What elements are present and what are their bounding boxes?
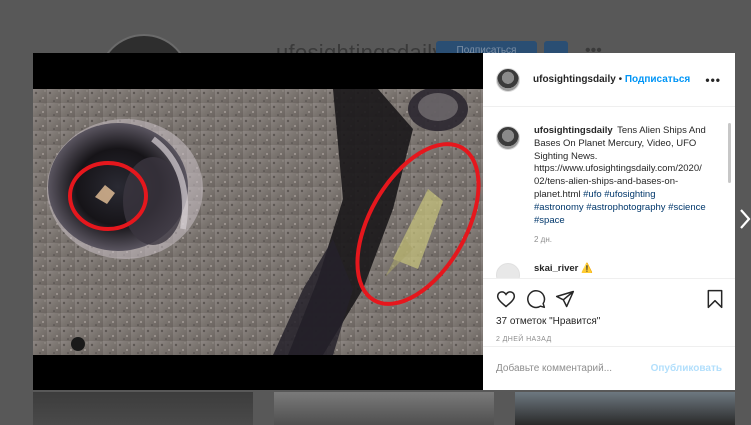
add-comment-form: Опубликовать bbox=[483, 346, 735, 390]
post-username[interactable]: ufosightingsdaily bbox=[533, 74, 616, 85]
avatar[interactable] bbox=[496, 67, 520, 92]
hashtag-link[interactable]: #science bbox=[668, 202, 706, 213]
likes-count[interactable]: 37 отметок "Нравится" bbox=[496, 316, 722, 327]
caption-username[interactable]: ufosightingsdaily bbox=[534, 125, 613, 136]
comment-input[interactable] bbox=[496, 363, 651, 374]
comment-icon[interactable] bbox=[526, 289, 546, 309]
background-thumbnail bbox=[33, 392, 253, 425]
background-thumbnail bbox=[515, 392, 735, 425]
share-icon[interactable] bbox=[555, 289, 575, 309]
avatar[interactable] bbox=[496, 126, 520, 150]
hashtag-link[interactable]: #space bbox=[534, 215, 565, 226]
comments-scrollbar[interactable] bbox=[728, 123, 731, 183]
post-modal: ufosightingsdaily • Подписаться ••• ufos… bbox=[33, 53, 735, 390]
chevron-right-icon[interactable] bbox=[740, 208, 751, 230]
hashtag-link[interactable]: #ufosighting bbox=[604, 189, 655, 200]
separator-dot: • bbox=[618, 74, 623, 85]
caption-age: 2 дн. bbox=[534, 235, 552, 245]
hashtag-link[interactable]: #astronomy bbox=[534, 202, 584, 213]
bookmark-icon[interactable] bbox=[705, 289, 725, 309]
ellipsis-icon[interactable]: ••• bbox=[705, 73, 721, 87]
comment-username[interactable]: skai_river ⚠️ bbox=[534, 263, 593, 274]
post-timestamp[interactable]: 2 ДНЕЙ НАЗАД bbox=[496, 336, 722, 343]
post-actions: 37 отметок "Нравится" 2 ДНЕЙ НАЗАД bbox=[483, 278, 735, 346]
heart-icon[interactable] bbox=[496, 289, 516, 309]
list-item: skai_river ⚠️ bbox=[496, 263, 722, 278]
background-thumbnail bbox=[274, 392, 494, 425]
action-icons-row bbox=[496, 289, 725, 311]
hashtag-link[interactable]: #ufo bbox=[583, 189, 602, 200]
post-header: ufosightingsdaily • Подписаться ••• bbox=[483, 53, 735, 107]
publish-button[interactable]: Опубликовать bbox=[651, 363, 722, 374]
post-media[interactable] bbox=[33, 53, 483, 390]
avatar[interactable] bbox=[496, 263, 520, 278]
caption-comment: ufosightingsdaily Tens Alien Ships And B… bbox=[496, 125, 722, 227]
post-header-text: ufosightingsdaily • Подписаться bbox=[533, 74, 690, 85]
comments-list[interactable]: ufosightingsdaily Tens Alien Ships And B… bbox=[483, 108, 735, 278]
post-side-panel: ufosightingsdaily • Подписаться ••• ufos… bbox=[483, 53, 735, 390]
follow-button[interactable]: Подписаться bbox=[625, 74, 690, 85]
caption-text: ufosightingsdaily Tens Alien Ships And B… bbox=[534, 125, 706, 227]
hashtag-link[interactable]: #astrophotography bbox=[586, 202, 665, 213]
post-image bbox=[33, 89, 483, 355]
